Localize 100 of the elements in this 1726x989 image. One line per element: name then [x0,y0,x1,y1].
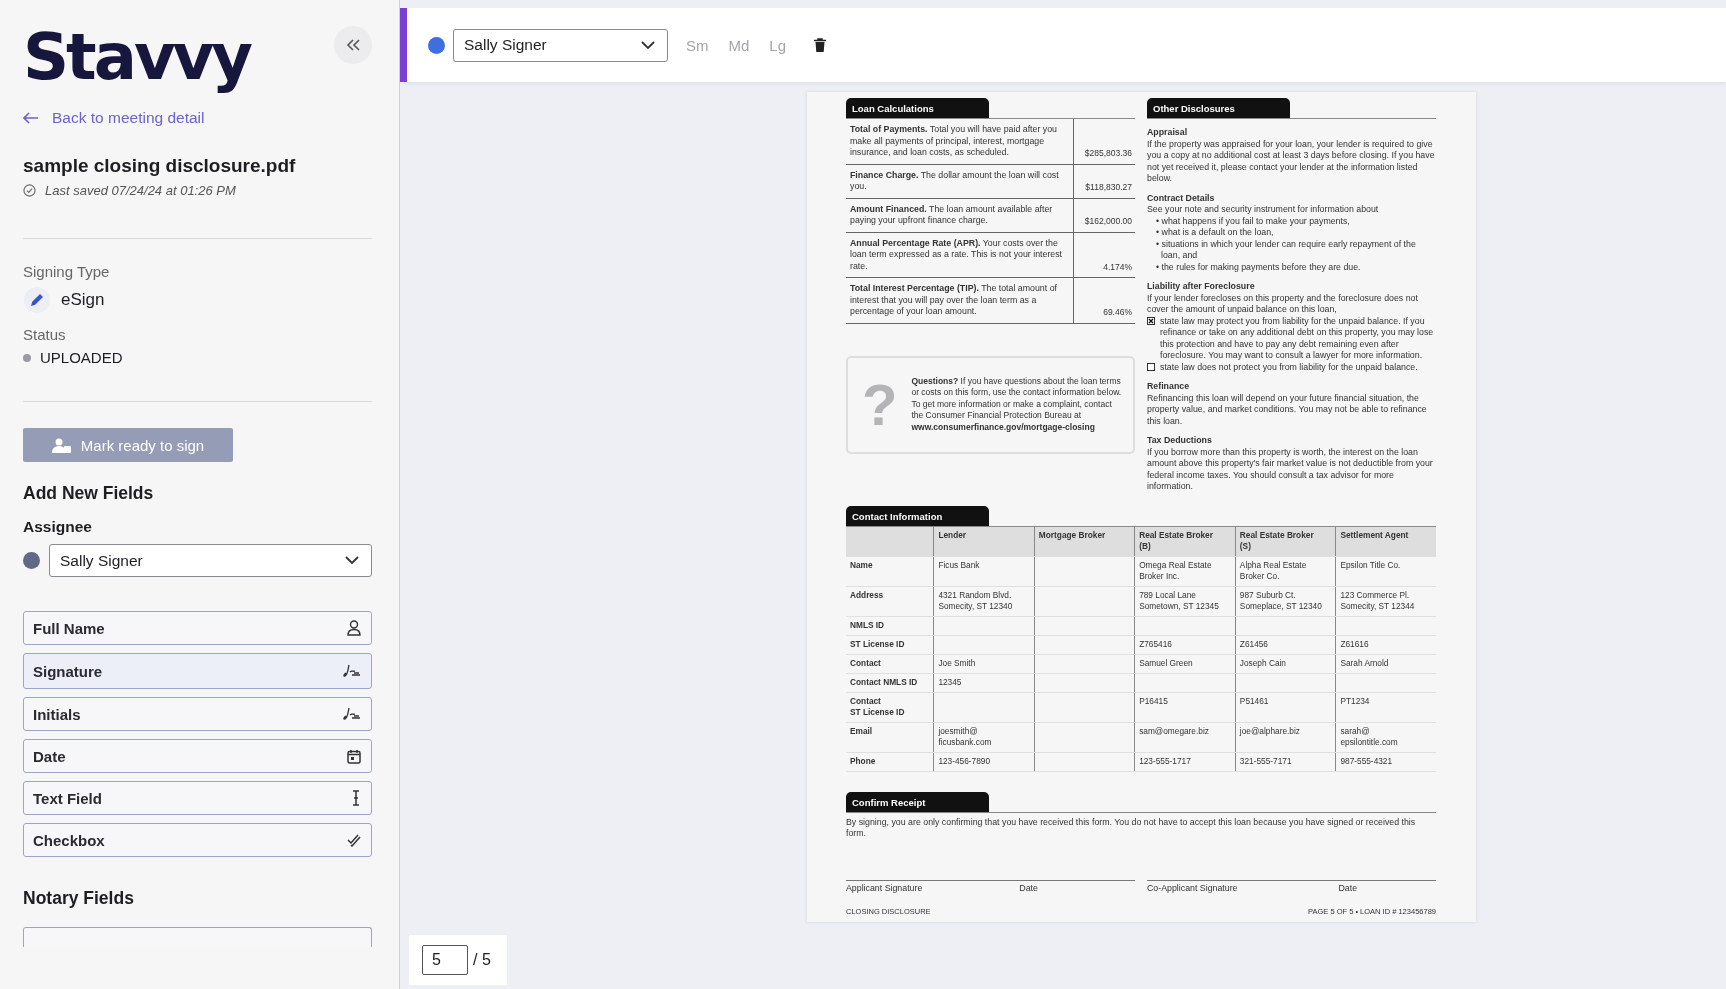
signature-icon [343,664,361,678]
loan-term-text: Finance Charge. The dollar amount the loan will cost you. [849,168,1060,193]
table-cell: Samuel Green [1139,657,1193,668]
option-text: state law does not protect you from liability for the unpaid balance. [1160,361,1418,373]
loan-term-text: Total Interest Percentage (TIP). The total amount of interest that you will pay over the loan term as a percentage of your loan amount. [849,282,1058,318]
table-cell: 987 Suburb Ct. Someplace, ST 12340 [1239,589,1322,611]
loan-term-text: Amount Financed. The loan amount available after paying your upfront finance charge. [849,202,1054,227]
date-label: Date [1019,882,1038,894]
loan-value: $118,830.27 [1085,182,1132,194]
table-cell: Joe Smith [938,657,976,668]
table-cell: 987-555-4321 [1340,755,1393,766]
signature-icon [343,707,361,721]
signature-label: Applicant Signature [846,882,923,894]
double-check-icon [347,833,361,847]
check-circle-icon [23,184,36,197]
assignee-select[interactable]: Sally Signer [49,544,372,577]
table-cell: 123-456-7890 [938,755,991,766]
field-button[interactable]: Initials [23,697,372,731]
bullet-item: • the rules for making payments before they are due. [1155,261,1362,273]
row-label: Phone [850,755,876,766]
disclosure-text: Refinancing this loan will depend on your future financial situation, the property value, and market conditions. You may not be able to refinance this loan. [1147,392,1428,427]
row-label: Email [850,725,873,736]
delete-button[interactable] [812,36,829,54]
table-cell: PT1234 [1340,695,1370,706]
field-button[interactable]: Text Field [23,781,372,815]
bullet-item: • what is a default on the loan, [1155,227,1275,239]
field-button[interactable] [23,927,372,947]
field-button[interactable]: Date [23,739,372,773]
calendar-icon [347,748,361,764]
table-cell: joe@alphare.biz [1239,725,1300,736]
chevron-down-icon [641,40,655,50]
table-cell: Z765416 [1139,638,1172,649]
document-name: sample closing disclosure.pdf [23,155,297,177]
back-link[interactable]: Back to meeting detail [23,109,372,127]
table-cell: Epsilon Title Co. [1340,559,1401,570]
table-cell: 321-555-7171 [1239,755,1292,766]
questions-text: Questions? If you have questions about the loan terms or costs on this form, use the contact information below. To get more information or make a complaint, contact the Consumer Financial Protection Bureau at www.consumerfinance.gov/mortgage-closing [911,375,1123,434]
disclosure-heading: Refinance [1147,381,1191,393]
bullet-item: • what happens if you fail to make your payments, [1155,215,1351,227]
table-cell: Ficus Bank [938,559,980,570]
disclosure-text: If the property was appraised for your loan, your lender is required to give you a copy at no additional cost at least 3 days before closing. If you have not yet received it, please contact your lender at the information listed below. [1147,138,1436,185]
person-icon [347,620,361,636]
column-header: Real Estate Broker (B) [1139,529,1213,551]
signing-type-label: Signing Type [23,263,111,280]
row-label: Contact NMLS ID [850,676,918,687]
disclosure-heading: Appraisal [1147,127,1189,139]
signing-type-value: eSign [61,290,105,310]
loan-value: $162,000.00 [1084,216,1132,228]
page-input[interactable]: 5 [422,945,468,975]
collapse-button[interactable] [334,26,372,64]
field-button[interactable]: Signature [23,653,372,689]
status-value: UPLOADED [40,349,123,366]
table-cell: Z61456 [1239,638,1268,649]
column-header: Lender [938,529,967,540]
row-label: ST License ID [850,638,905,649]
table-cell: 4321 Random Blvd. Somecity, ST 12340 [938,589,1013,611]
last-saved-text: Last saved 07/24/24 at 01:26 PM [45,183,236,198]
row-label: Name [850,559,873,570]
field-button[interactable]: Checkbox [23,823,372,857]
table-cell: joesmith@ ficusbank.com [938,725,992,747]
loan-value: $285,803.36 [1084,148,1132,160]
assignee-dot [23,552,40,569]
section-heading: Notary Fields [23,888,135,909]
table-cell: sam@omegare.biz [1139,725,1209,736]
column-header: Mortgage Broker [1038,529,1106,540]
disclosure-text: If you borrow more than this property is worth, the interest on the loan amount above this property's fair market value is not deductible from your federal income taxes. You should consult a tax advisor for more information. [1147,446,1434,493]
arrow-left-icon [23,112,39,124]
status-label: Status [23,326,67,343]
page-total: / 5 [473,951,491,969]
assignee-select[interactable]: Sally Signer [453,28,668,62]
table-cell: Joseph Cain [1239,657,1286,668]
table-cell: 789 Local Lane Sometown, ST 12345 [1139,589,1219,611]
loan-value: 69.46% [1103,307,1132,319]
loan-value: 4.174% [1103,261,1132,273]
assignee-label: Assignee [23,518,93,536]
row-label: Address [850,589,884,600]
loan-term-text: Total of Payments. Total you will have paid after you make all payments of principal, interest, mortgage insurance, and loan costs, as scheduled. [849,123,1058,159]
logo: Stavvy [23,22,251,92]
chevron-down-icon [345,556,359,565]
section-title: Confirm Receipt [846,791,989,812]
status-dot [23,353,31,362]
row-label: NMLS ID [850,619,885,630]
row-label: Contact ST License ID [850,695,905,717]
option-text: state law may protect you from liability for the unpaid balance. If you refinance or take on any additional debt on this property, you may lose this protection and have to pay any debt remaining even after foreclosure. You may want to consult a lawyer for more information. [1160,315,1435,362]
users-icon [51,437,72,453]
field-button[interactable]: Full Name [23,611,372,645]
trash-icon [814,38,827,52]
table-cell: Sarah Arnold [1340,657,1389,668]
question-mark: ? [862,374,898,435]
signature-label: Co-Applicant Signature [1147,882,1238,894]
disclosure-heading: Liability after Foreclosure [1147,281,1256,293]
date-label: Date [1338,882,1358,894]
table-cell: 123-555-1717 [1139,755,1191,766]
section-heading: Add New Fields [23,483,155,504]
disclosure-text: See your note and security instrument for information about [1147,204,1380,216]
table-cell: 123 Commerce Pl. Somecity, ST 12344 [1340,589,1415,611]
text-cursor-icon [351,790,361,806]
column-header: Real Estate Broker (S) [1239,529,1314,551]
pencil-icon [23,286,51,314]
double-chevron-left-icon [345,38,361,52]
